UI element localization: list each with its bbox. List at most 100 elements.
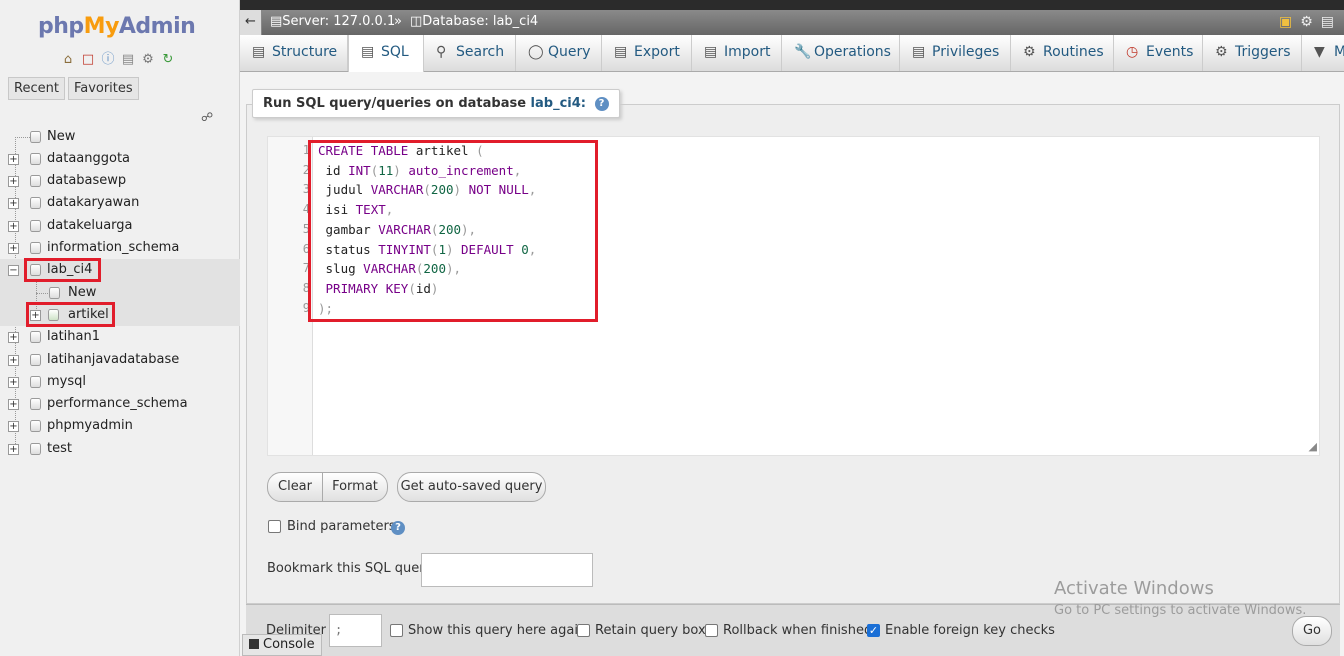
breadcrumb-database[interactable]: ◫Database: lab_ci4 [410, 14, 538, 29]
tab-label: Operations [814, 44, 891, 60]
line-number: 8 [302, 280, 310, 295]
show-query-label: Show this query here again [408, 623, 587, 638]
settings-icon[interactable]: ⚙ [1300, 14, 1313, 30]
expand-icon[interactable]: + [8, 154, 19, 165]
lock-icon[interactable]: ▣ [1279, 14, 1292, 30]
database-icon [30, 443, 41, 455]
bind-parameters-checkbox[interactable] [268, 520, 281, 533]
tab-import[interactable]: ▤ Import [692, 35, 782, 71]
expand-icon[interactable]: + [8, 221, 19, 232]
tab-sql[interactable]: ▤ SQL [348, 35, 424, 72]
help-icon[interactable]: ⓘ [100, 52, 116, 68]
reload-icon[interactable]: ↻ [160, 52, 176, 68]
docs-icon[interactable]: ▤ [120, 52, 136, 68]
console-label: Console [263, 637, 315, 652]
tab-operations[interactable]: 🔧 Operations [782, 35, 900, 71]
tab-routines[interactable]: ⚙ Routines [1011, 35, 1114, 71]
logo-php: php [38, 14, 84, 39]
tab-privileges[interactable]: ▤ Privileges [900, 35, 1011, 71]
tab-triggers[interactable]: ⚙ Triggers [1203, 35, 1302, 71]
tree-db-label: performance_schema [47, 396, 188, 411]
query-icon: ◯ [528, 44, 544, 60]
clock-icon: ◷ [1126, 44, 1139, 60]
expand-icon[interactable]: + [8, 444, 19, 455]
expand-icon[interactable]: + [8, 399, 19, 410]
tree-db-label: information_schema [47, 240, 180, 255]
breadcrumb-database-label: Database: lab_ci4 [422, 14, 539, 29]
show-query-checkbox[interactable] [390, 624, 403, 637]
line-number: 1 [302, 143, 310, 157]
breadcrumb-separator: » [394, 14, 402, 29]
logo-admin: Admin [118, 14, 196, 39]
tree-db-label: latihanjavadatabase [47, 352, 180, 367]
tab-more[interactable]: ▼ M [1302, 35, 1344, 71]
logout-icon[interactable]: □ [80, 52, 96, 68]
tab-label: M [1334, 44, 1344, 60]
home-icon[interactable]: ⌂ [60, 52, 76, 68]
privileges-icon: ▤ [912, 44, 926, 60]
phpmyadmin-logo[interactable]: phpMyAdmin [38, 14, 196, 39]
database-icon [30, 420, 41, 432]
tab-label: SQL [381, 44, 409, 60]
database-icon [30, 376, 41, 388]
routines-icon: ⚙ [1023, 44, 1036, 60]
nav-icon-bar: ⌂ □ ⓘ ▤ ⚙ ↻ [60, 52, 176, 68]
get-auto-saved-query-button[interactable]: Get auto-saved query [397, 472, 546, 502]
retain-query-box-checkbox[interactable] [577, 624, 590, 637]
foreign-key-checks-label: Enable foreign key checks [885, 623, 1055, 638]
tree-db-label: datakeluarga [47, 218, 133, 233]
collapse-nav-button[interactable]: ← [240, 10, 262, 35]
navigation-panel: phpMyAdmin ⌂ □ ⓘ ▤ ⚙ ↻ Recent Favorites … [0, 0, 240, 656]
tab-events[interactable]: ◷ Events [1114, 35, 1203, 71]
bookmark-input[interactable] [421, 553, 593, 587]
console-toggle[interactable]: Console [242, 634, 322, 656]
resize-handle-icon[interactable]: ◢ [1309, 440, 1317, 453]
tab-label: Privileges [932, 44, 1000, 60]
tree-branch-line [15, 137, 30, 138]
foreign-key-checks-checkbox[interactable]: ✓ [867, 624, 880, 637]
recent-tab[interactable]: Recent [8, 77, 65, 100]
breadcrumb-server[interactable]: ▤Server: 127.0.0.1 [270, 14, 395, 29]
collapse-icon[interactable]: ▤ [1321, 14, 1334, 30]
line-number: 9 [302, 300, 310, 315]
rollback-checkbox[interactable] [705, 624, 718, 637]
chevron-down-icon: ▼ [1314, 44, 1325, 60]
rollback-label: Rollback when finished [723, 623, 873, 638]
help-icon[interactable]: ? [594, 96, 609, 111]
expand-icon[interactable]: + [8, 243, 19, 254]
expand-icon[interactable]: + [8, 355, 19, 366]
collapse-icon[interactable]: − [8, 265, 19, 276]
tab-label: Structure [272, 44, 338, 60]
database-icon [30, 398, 41, 410]
highlight-box-database [24, 258, 101, 282]
expand-icon[interactable]: + [8, 421, 19, 432]
expand-icon[interactable]: + [8, 176, 19, 187]
tab-label: Events [1146, 44, 1194, 60]
sql-fieldset-legend: Run SQL query/queries on database lab_ci… [252, 89, 620, 118]
structure-icon: ▤ [252, 44, 266, 60]
format-button[interactable]: Format [322, 472, 388, 502]
settings-icon[interactable]: ⚙ [140, 52, 156, 68]
tree-new-label: New [47, 129, 76, 144]
expand-icon[interactable]: + [8, 198, 19, 209]
database-icon [30, 175, 41, 187]
tree-db-label: phpmyadmin [47, 418, 133, 433]
tab-structure[interactable]: ▤ Structure [240, 35, 348, 71]
line-number: 7 [302, 261, 310, 276]
line-number-gutter: 1 2 3 4 5 6 7 8 9 [268, 137, 313, 455]
clear-button[interactable]: Clear [267, 472, 323, 502]
tab-search[interactable]: ⚲ Search [424, 35, 516, 71]
bookmark-label: Bookmark this SQL query: [267, 561, 436, 576]
expand-icon[interactable]: + [8, 377, 19, 388]
favorites-tab[interactable]: Favorites [67, 77, 139, 100]
tab-export[interactable]: ▤ Export [602, 35, 692, 71]
delimiter-input[interactable]: ; [329, 614, 382, 647]
go-button[interactable]: Go [1292, 616, 1332, 646]
expand-icon[interactable]: + [8, 332, 19, 343]
line-number: 5 [302, 221, 310, 236]
activate-windows-watermark: Activate Windows Go to PC settings to ac… [1054, 578, 1306, 618]
database-icon [30, 153, 41, 165]
help-icon[interactable]: ? [391, 521, 405, 535]
tab-query[interactable]: ◯ Query [516, 35, 602, 71]
link-icon[interactable]: ☍ [201, 110, 213, 124]
